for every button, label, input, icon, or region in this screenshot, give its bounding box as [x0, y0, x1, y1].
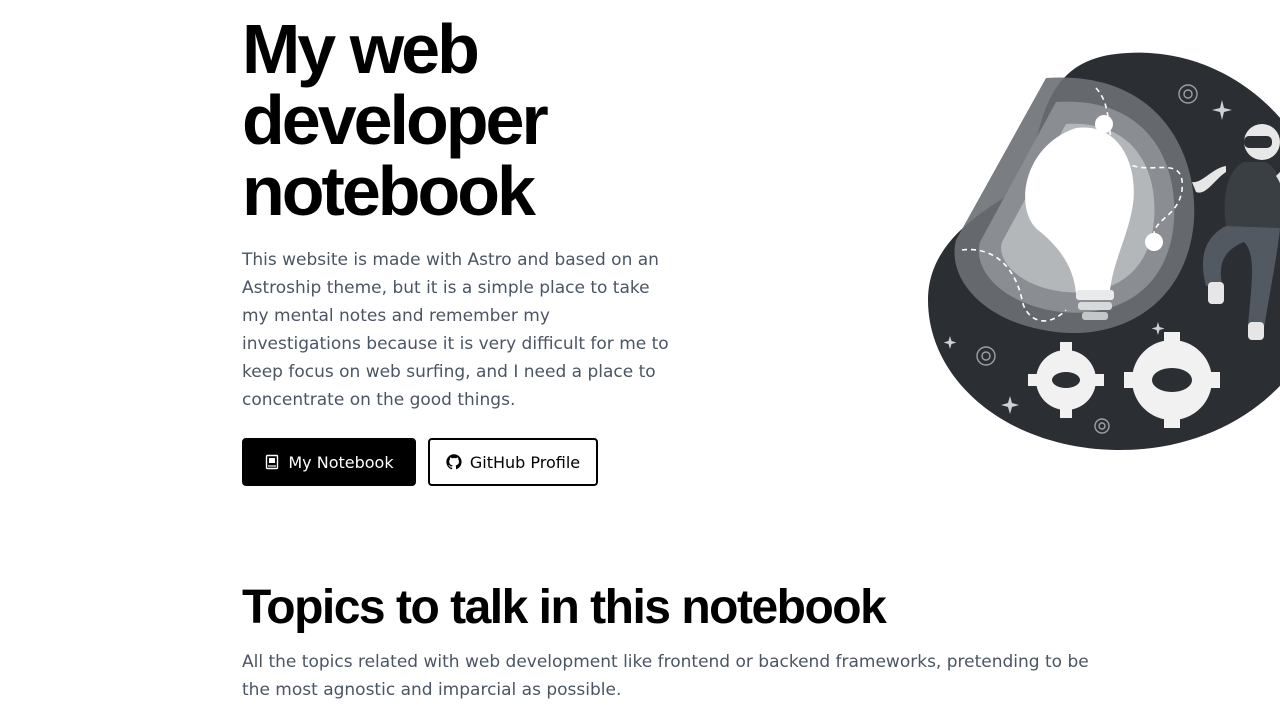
- topics-description: All the topics related with web developm…: [242, 652, 1089, 700]
- hero-section: My web developer notebook This website i…: [242, 0, 1280, 500]
- hero-description: This website is made with Astro and base…: [242, 250, 669, 410]
- topics-section: Topics to talk in this notebook All the …: [242, 578, 1102, 704]
- topics-title: Topics to talk in this notebook: [242, 581, 887, 634]
- hero-buttons: My Notebook GitHub Profile: [242, 438, 598, 486]
- github-profile-label: GitHub Profile: [469, 452, 581, 472]
- hero-title: My web developer notebook: [242, 10, 549, 230]
- my-notebook-button[interactable]: My Notebook: [242, 438, 416, 486]
- github-profile-button[interactable]: GitHub Profile: [428, 438, 598, 486]
- notebook-icon: [264, 454, 280, 470]
- my-notebook-label: My Notebook: [288, 452, 394, 472]
- lightbulb-astronaut-illustration: [926, 50, 1280, 454]
- github-icon: [446, 454, 462, 470]
